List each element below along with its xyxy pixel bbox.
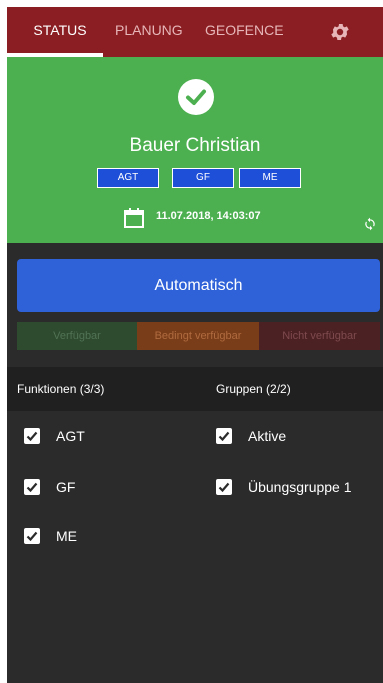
function-badge-agt: AGT (97, 168, 159, 188)
function-item-agt[interactable]: AGT (24, 428, 174, 448)
top-tab-bar: STATUS PLANUNG GEOFENCE (7, 7, 383, 57)
tab-planung[interactable]: PLANUNG (115, 7, 183, 57)
gear-icon[interactable] (329, 21, 351, 43)
status-panel: Bauer Christian AGT GF ME 11.07.2018, 14… (7, 57, 383, 243)
group-label: Aktive (248, 428, 287, 444)
status-check-icon (178, 79, 214, 115)
function-label: GF (56, 479, 76, 495)
tab-status[interactable]: STATUS (17, 7, 103, 57)
app-window: STATUS PLANUNG GEOFENCE Bauer Christian … (7, 7, 383, 683)
automatic-button[interactable]: Automatisch (17, 259, 380, 312)
status-timestamp: 11.07.2018, 14:03:07 (156, 210, 261, 222)
availability-available[interactable]: Verfügbar (17, 322, 137, 350)
availability-unavailable[interactable]: Nicht verfügbar (259, 322, 380, 350)
function-item-me[interactable]: ME (24, 528, 174, 548)
function-badge-me: ME (239, 168, 301, 188)
functions-title: Funktionen (3/3) (17, 382, 105, 396)
group-item-uebungsgruppe-1[interactable]: Übungsgruppe 1 (216, 479, 376, 499)
calendar-icon (124, 208, 144, 228)
group-label: Übungsgruppe 1 (248, 479, 352, 495)
function-label: ME (56, 528, 77, 544)
list-header: Funktionen (3/3) Gruppen (2/2) (7, 367, 383, 411)
tab-geofence[interactable]: GEOFENCE (205, 7, 284, 57)
groups-title: Gruppen (2/2) (216, 382, 291, 396)
sync-icon[interactable] (363, 217, 377, 231)
checkbox-checked-icon[interactable] (24, 528, 40, 544)
person-name: Bauer Christian (129, 135, 261, 156)
checkbox-checked-icon[interactable] (24, 428, 40, 444)
function-label: AGT (56, 428, 85, 444)
checkbox-checked-icon[interactable] (24, 479, 40, 495)
checkbox-checked-icon[interactable] (216, 479, 232, 495)
checkbox-checked-icon[interactable] (216, 428, 232, 444)
availability-conditional[interactable]: Bedingt verfügbar (137, 322, 259, 350)
function-item-gf[interactable]: GF (24, 479, 174, 499)
function-badge-gf: GF (172, 168, 234, 188)
group-item-aktive[interactable]: Aktive (216, 428, 376, 448)
